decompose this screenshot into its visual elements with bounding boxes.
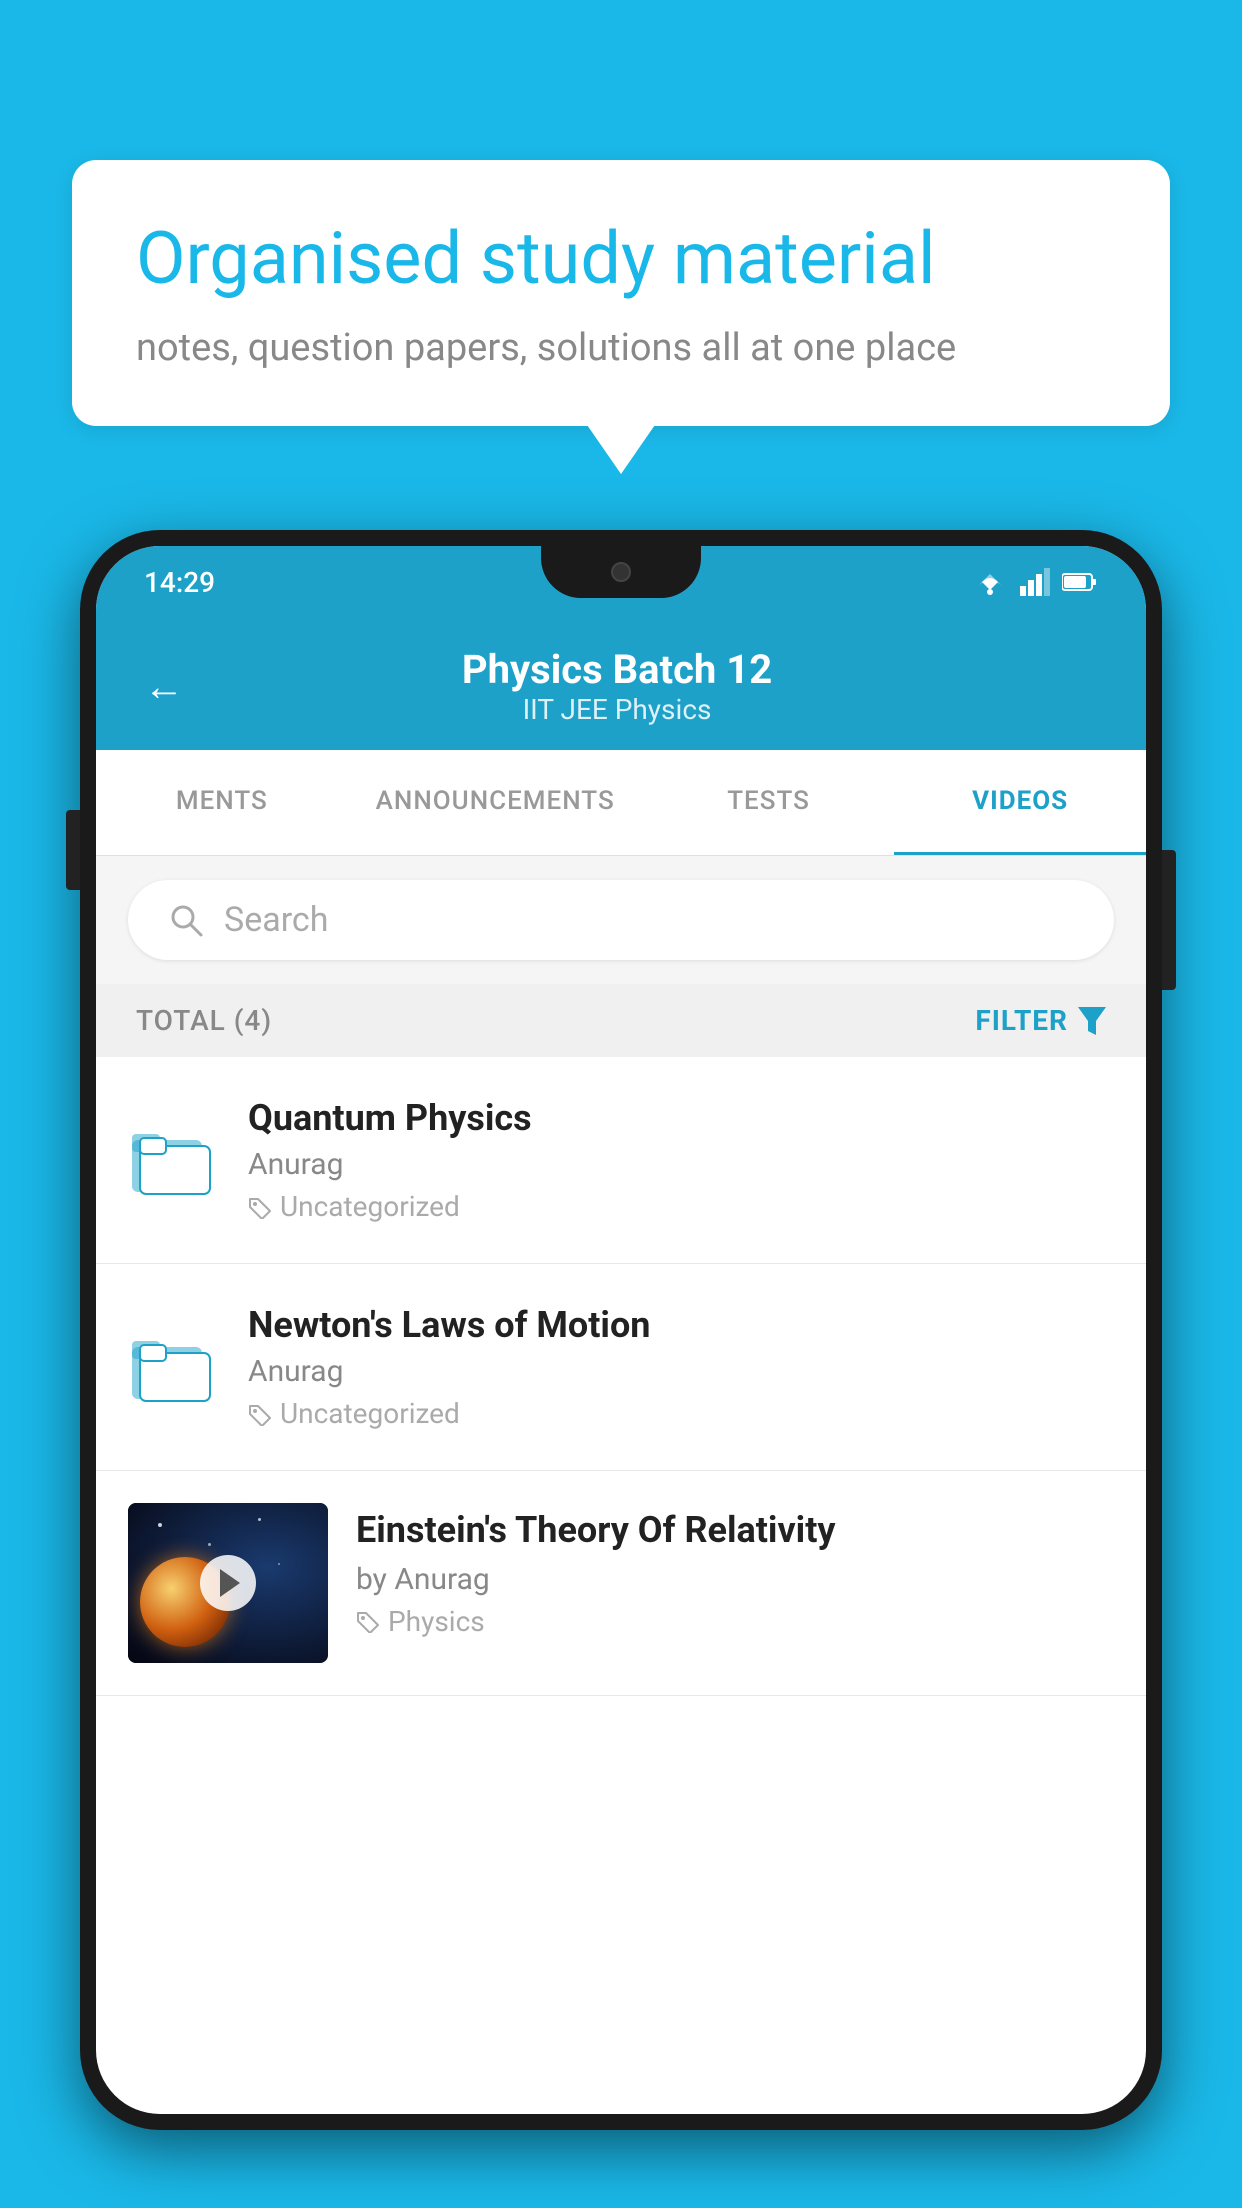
- folder-svg-2: [132, 1331, 212, 1403]
- tabs-bar: MENTS ANNOUNCEMENTS TESTS VIDEOS: [96, 750, 1146, 856]
- speech-bubble-container: Organised study material notes, question…: [72, 160, 1170, 426]
- video-tag-3: Physics: [356, 1605, 1114, 1638]
- status-icons: [972, 568, 1098, 596]
- search-container: Search: [96, 856, 1146, 984]
- back-button[interactable]: ←: [144, 663, 184, 710]
- battery-icon: [1062, 572, 1098, 592]
- play-triangle-3: [220, 1569, 240, 1597]
- header-title: Physics Batch 12: [216, 646, 1018, 693]
- folder-icon-2: [128, 1323, 216, 1411]
- tag-icon-3: [356, 1609, 380, 1633]
- app-header: ← Physics Batch 12 IIT JEE Physics: [96, 618, 1146, 750]
- video-list: Quantum Physics Anurag Uncategorized: [96, 1057, 1146, 1696]
- speech-bubble: Organised study material notes, question…: [72, 160, 1170, 426]
- header-title-area: Physics Batch 12 IIT JEE Physics: [216, 646, 1018, 726]
- status-bar: 14:29: [96, 546, 1146, 618]
- phone-screen: 14:29: [96, 546, 1146, 2114]
- folder-svg-1: [132, 1124, 212, 1196]
- folder-icon-1: [128, 1116, 216, 1204]
- tab-videos[interactable]: VIDEOS: [894, 750, 1146, 855]
- video-title-2: Newton's Laws of Motion: [248, 1304, 1114, 1346]
- total-count: TOTAL (4): [136, 1004, 272, 1037]
- video-thumbnail-3: [128, 1503, 328, 1663]
- tab-ments[interactable]: MENTS: [96, 750, 348, 855]
- phone-wrapper: 14:29: [80, 530, 1162, 2208]
- video-info-3: Einstein's Theory Of Relativity by Anura…: [356, 1503, 1114, 1638]
- status-time: 14:29: [144, 566, 215, 599]
- video-item-3[interactable]: Einstein's Theory Of Relativity by Anura…: [96, 1471, 1146, 1696]
- search-icon: [168, 902, 204, 938]
- filter-bar: TOTAL (4) FILTER: [96, 984, 1146, 1057]
- video-title-1: Quantum Physics: [248, 1097, 1114, 1139]
- header-subtitle: IIT JEE Physics: [216, 693, 1018, 726]
- video-info-2: Newton's Laws of Motion Anurag Uncategor…: [248, 1304, 1114, 1430]
- tab-announcements[interactable]: ANNOUNCEMENTS: [348, 750, 643, 855]
- camera-dot: [611, 562, 631, 582]
- video-title-3: Einstein's Theory Of Relativity: [356, 1507, 1114, 1554]
- video-tag-2: Uncategorized: [248, 1397, 1114, 1430]
- video-author-3: by Anurag: [356, 1562, 1114, 1597]
- speech-bubble-heading: Organised study material: [136, 216, 1106, 302]
- video-author-1: Anurag: [248, 1147, 1114, 1182]
- filter-icon: [1078, 1007, 1106, 1035]
- wifi-icon: [972, 568, 1008, 596]
- video-author-2: Anurag: [248, 1354, 1114, 1389]
- signal-icon: [1020, 568, 1050, 596]
- speech-bubble-subtext: notes, question papers, solutions all at…: [136, 326, 1106, 370]
- filter-button[interactable]: FILTER: [975, 1004, 1106, 1037]
- video-tag-1: Uncategorized: [248, 1190, 1114, 1223]
- notch: [541, 546, 701, 598]
- search-bar[interactable]: Search: [128, 880, 1114, 960]
- search-placeholder: Search: [224, 900, 328, 940]
- video-info-1: Quantum Physics Anurag Uncategorized: [248, 1097, 1114, 1223]
- phone-outer: 14:29: [80, 530, 1162, 2130]
- video-item-2[interactable]: Newton's Laws of Motion Anurag Uncategor…: [96, 1264, 1146, 1471]
- play-button-3[interactable]: [200, 1555, 256, 1611]
- video-item-1[interactable]: Quantum Physics Anurag Uncategorized: [96, 1057, 1146, 1264]
- tab-tests[interactable]: TESTS: [643, 750, 895, 855]
- tag-icon-2: [248, 1402, 272, 1426]
- tag-icon-1: [248, 1195, 272, 1219]
